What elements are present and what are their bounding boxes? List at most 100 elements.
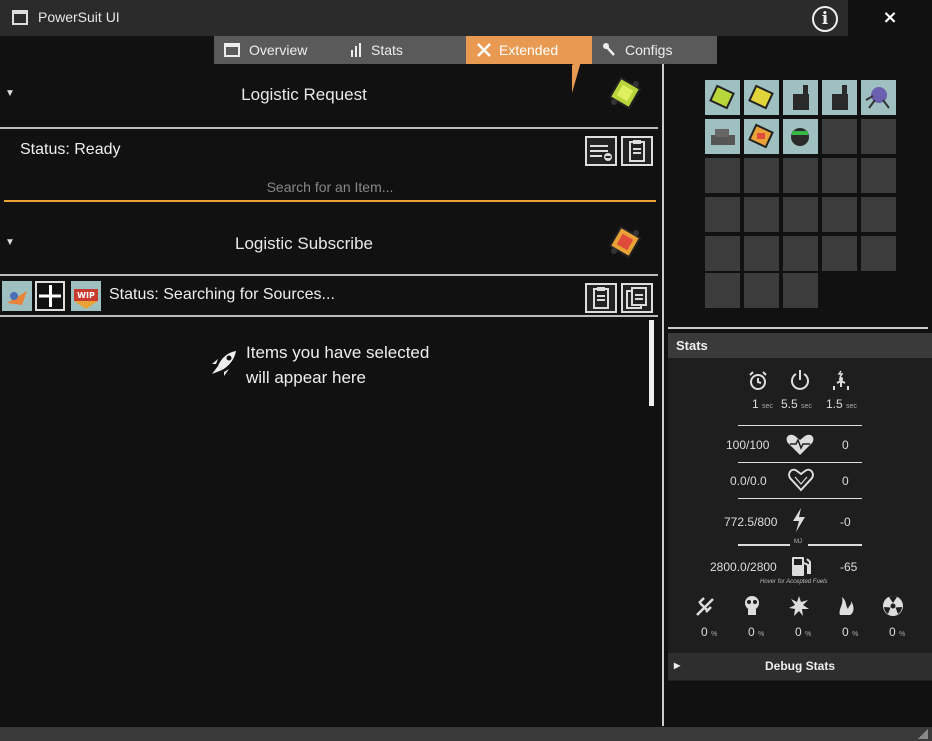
empty-line-1: Items you have selected	[246, 343, 430, 362]
fuel-hover-note[interactable]: Hover for Accepted Fuels	[760, 579, 827, 585]
window-icon	[12, 10, 28, 25]
tab-configs[interactable]: Configs	[592, 36, 717, 64]
defender-slot[interactable]	[783, 119, 818, 154]
divider	[0, 127, 658, 129]
energy-delta: -0	[840, 515, 851, 529]
empty-slot[interactable]	[822, 236, 857, 271]
copy-icon	[626, 287, 647, 309]
empty-slot[interactable]	[861, 197, 896, 232]
tab-label: Overview	[249, 42, 308, 58]
logistic-robot-slot[interactable]	[705, 80, 740, 115]
jump-icon	[833, 370, 849, 390]
empty-slot[interactable]	[744, 236, 779, 271]
fuel-delta: -65	[840, 560, 858, 574]
item-search-input[interactable]: Search for an Item...	[4, 175, 656, 202]
shield-value: 0.0/0.0	[730, 474, 767, 488]
spidertron-slot[interactable]	[861, 80, 896, 115]
divider	[738, 425, 862, 426]
logistic-item-icon[interactable]	[2, 281, 32, 311]
paste-button[interactable]	[621, 136, 653, 166]
resistance-value: 0 %	[701, 625, 718, 639]
tank-slot[interactable]	[705, 119, 740, 154]
divider	[738, 544, 790, 546]
empty-slot[interactable]	[861, 236, 896, 271]
tab-extended[interactable]: Extended	[466, 36, 592, 64]
acid-icon	[745, 596, 759, 615]
resistance-value: 0 %	[889, 625, 906, 639]
empty-slot[interactable]	[705, 158, 740, 193]
paste-button[interactable]	[585, 283, 617, 313]
tab-label: Stats	[371, 42, 403, 58]
tab-overview[interactable]: Overview	[214, 36, 340, 64]
fire-icon	[839, 597, 854, 615]
lightning-icon	[793, 508, 805, 532]
construction-robot-slot[interactable]	[744, 119, 779, 154]
physical-icon	[696, 597, 714, 616]
fuel-pump-icon	[792, 557, 811, 576]
wip-icon[interactable]: WIP	[71, 281, 101, 311]
expand-arrow-icon: ▶	[674, 661, 681, 670]
logistics-panel: ▼ Logistic Request Status: Ready Search …	[0, 64, 660, 726]
turret-slot[interactable]	[783, 80, 818, 115]
logistic-robot-slot[interactable]	[744, 80, 779, 115]
clipboard-icon	[629, 140, 645, 162]
resistance-value: 0 %	[842, 625, 859, 639]
request-status: Status: Ready	[20, 141, 121, 158]
tab-bar: Overview Stats Extended Configs	[214, 36, 717, 64]
empty-slot[interactable]	[705, 236, 740, 271]
timer-value: 1.5 sec	[826, 397, 857, 411]
empty-slot[interactable]	[744, 197, 779, 232]
timer-value: 5.5 sec	[781, 397, 812, 411]
energy-value: 772.5/800	[724, 515, 778, 529]
panel-divider	[662, 64, 664, 726]
divider	[0, 274, 658, 276]
alarm-clock-icon	[749, 371, 767, 390]
turret-slot[interactable]	[822, 80, 857, 115]
empty-slot[interactable]	[705, 273, 740, 308]
fuel-value: 2800.0/2800	[710, 560, 777, 574]
empty-slot[interactable]	[783, 273, 818, 308]
clear-list-button[interactable]	[585, 136, 617, 166]
divider	[738, 462, 862, 463]
divider	[808, 544, 862, 546]
title-bar: PowerSuit UI i ×	[0, 0, 932, 36]
clipboard-icon	[593, 287, 609, 309]
logistic-robot-icon	[608, 76, 642, 110]
shield-regen: 0	[842, 474, 849, 488]
empty-slot[interactable]	[744, 273, 779, 308]
debug-stats-toggle[interactable]: ▶ Debug Stats	[668, 653, 932, 680]
empty-slot[interactable]	[783, 197, 818, 232]
rocket-icon	[212, 351, 236, 376]
timer-value: 1 sec	[752, 397, 773, 411]
tab-label: Configs	[625, 42, 673, 58]
add-item-button[interactable]	[35, 281, 65, 311]
tab-stats[interactable]: Stats	[340, 36, 466, 64]
window-icon	[224, 43, 240, 57]
status-bar	[0, 727, 932, 741]
construction-robot-icon	[608, 225, 642, 259]
empty-slot[interactable]	[822, 119, 857, 154]
empty-slot[interactable]	[744, 158, 779, 193]
heart-icon	[786, 434, 814, 455]
empty-slot[interactable]	[783, 158, 818, 193]
empty-slot[interactable]	[783, 236, 818, 271]
subscribe-status: Status: Searching for Sources...	[109, 286, 335, 303]
window-title: PowerSuit UI	[38, 9, 120, 25]
empty-slot[interactable]	[861, 119, 896, 154]
copy-button[interactable]	[621, 283, 653, 313]
close-button[interactable]: ×	[848, 0, 932, 36]
empty-slot[interactable]	[861, 158, 896, 193]
energy-unit: MJ	[794, 539, 802, 545]
divider	[738, 498, 862, 499]
empty-slot[interactable]	[822, 197, 857, 232]
empty-slot[interactable]	[822, 158, 857, 193]
resize-handle-icon[interactable]	[918, 729, 928, 739]
resistance-value: 0 %	[795, 625, 812, 639]
logistic-subscribe-title: Logistic Subscribe	[235, 234, 373, 253]
info-icon[interactable]: i	[812, 6, 838, 32]
divider	[668, 327, 928, 329]
tools-icon	[477, 43, 491, 57]
scrollbar[interactable]	[649, 320, 654, 406]
empty-slot[interactable]	[705, 197, 740, 232]
plus-icon	[39, 285, 61, 307]
